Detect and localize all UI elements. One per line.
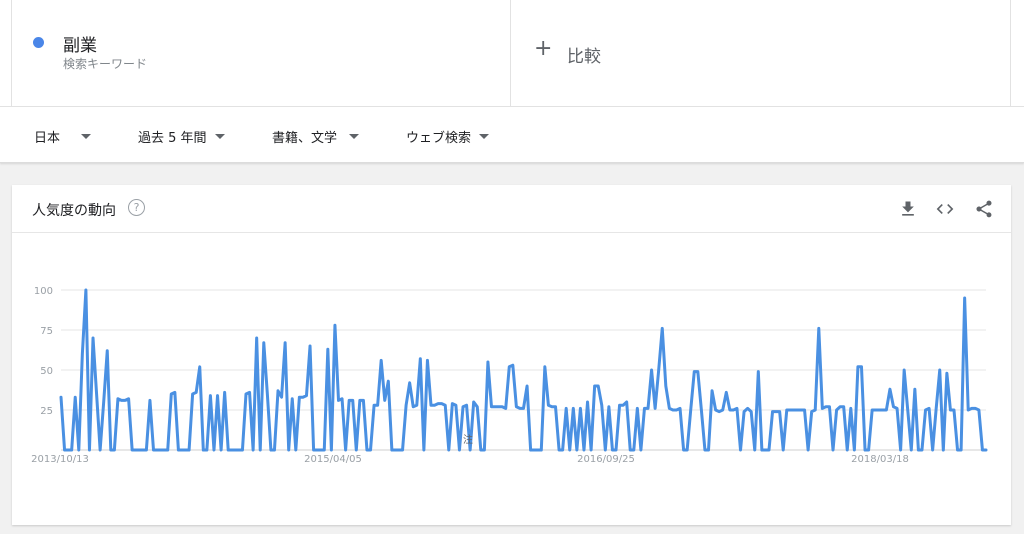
card-header: 人気度の動向 ? [12, 185, 1011, 233]
explore-header: 副業 検索キーワード + 比較 日本 過去 5 年間 書籍、文学 ウェブ検索 [0, 0, 1024, 163]
interest-over-time-card: 人気度の動向 ? 100 75 50 25 2013/10/13 2015/04/05 2… [12, 185, 1011, 525]
search-term-card[interactable]: 副業 検索キーワード [11, 0, 511, 106]
search-term-name[interactable]: 副業 [63, 31, 97, 56]
filter-region-label: 日本 [34, 131, 61, 146]
filter-bar: 日本 過去 5 年間 書籍、文学 ウェブ検索 [0, 106, 1024, 162]
filter-search-type[interactable]: ウェブ検索 [406, 127, 490, 146]
filter-region[interactable]: 日本 [34, 127, 92, 146]
compare-label: 比較 [567, 47, 601, 67]
dropdown-caret-icon [479, 134, 490, 139]
share-icon[interactable] [974, 199, 994, 219]
chart-note-marker[interactable]: 注 [463, 433, 473, 446]
dropdown-caret-icon [214, 134, 225, 139]
help-circle-icon[interactable]: ? [128, 199, 145, 216]
x-tick-label: 2016/09/25 [577, 454, 635, 465]
compare-button[interactable]: + 比較 [511, 0, 1011, 106]
plus-icon: + [534, 36, 553, 61]
filter-search-type-label: ウェブ検索 [406, 131, 472, 146]
y-tick-label: 50 [40, 366, 53, 377]
x-tick-label: 2013/10/13 [31, 454, 89, 465]
filter-time-range-label: 過去 5 年間 [138, 131, 207, 146]
interest-line-chart: 100 75 50 25 2013/10/13 2015/04/05 2016/09/25… [31, 286, 988, 465]
filter-category[interactable]: 書籍、文学 [272, 127, 360, 146]
embed-code-icon[interactable] [935, 199, 955, 219]
dropdown-caret-icon [349, 134, 360, 139]
search-term-type: 検索キーワード [63, 57, 148, 71]
term-color-dot [33, 37, 44, 48]
y-tick-label: 75 [40, 326, 53, 337]
filter-time-range[interactable]: 過去 5 年間 [138, 127, 225, 146]
x-tick-label: 2018/03/18 [851, 454, 909, 465]
x-tick-label: 2015/04/05 [304, 454, 362, 465]
y-tick-label: 25 [40, 406, 53, 417]
y-tick-label: 100 [34, 286, 53, 297]
dropdown-caret-icon [81, 134, 92, 139]
download-icon[interactable] [898, 199, 918, 219]
filter-category-label: 書籍、文学 [272, 131, 338, 146]
card-title: 人気度の動向 [32, 203, 116, 219]
